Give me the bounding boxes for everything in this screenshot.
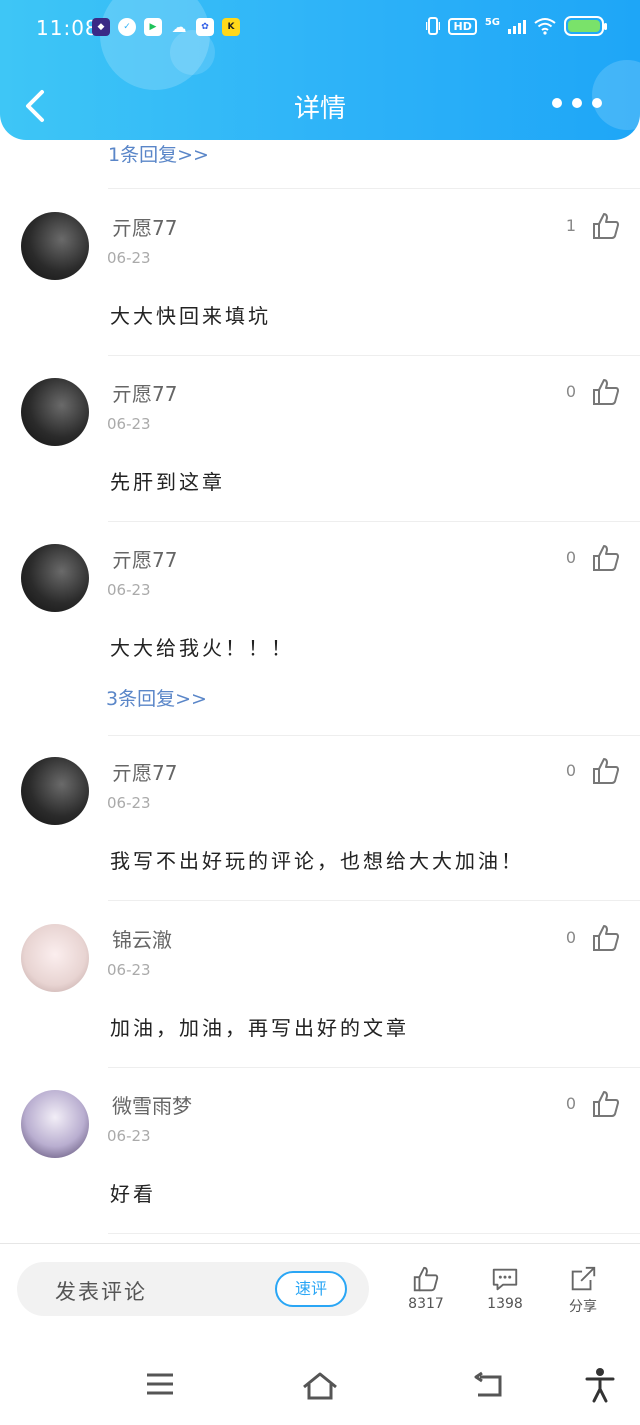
share-label: 分享 [569, 1299, 597, 1315]
thumbs-up-icon [413, 1266, 439, 1292]
comment-text: 加油，加油，再写出好的文章 [110, 1016, 409, 1040]
thumbs-up-icon[interactable] [590, 755, 622, 787]
thumbs-up-icon[interactable] [590, 210, 622, 242]
menu-icon[interactable] [145, 1371, 175, 1397]
avatar[interactable] [21, 544, 89, 612]
comment-text: 大大快回来填坑 [110, 304, 271, 328]
home-icon[interactable] [302, 1371, 338, 1401]
comment-username[interactable]: 亓愿77 [112, 378, 177, 407]
like-count: 8317 [408, 1296, 444, 1312]
comment-text: 好看 [110, 1182, 156, 1206]
comment-date: 06-23 [107, 1127, 151, 1145]
thumbs-up-icon[interactable] [590, 542, 622, 574]
avatar[interactable] [21, 757, 89, 825]
divider [108, 188, 640, 189]
page-title: 详情 [293, 94, 346, 124]
avatar[interactable] [21, 378, 89, 446]
signal-icon [508, 18, 526, 34]
divider [108, 900, 640, 901]
network-type: 5G [484, 16, 500, 28]
thumbs-up-icon[interactable] [590, 376, 622, 408]
comment-text: 先肝到这章 [110, 470, 225, 494]
battery-icon [564, 16, 607, 36]
comment-like-count: 0 [565, 928, 576, 947]
comment-date: 06-23 [107, 415, 151, 433]
baidu-icon: ✿ [196, 18, 214, 36]
header: 11:08 ◆ ✓ ▶ ☁ ✿ K HD 5G 详情 [0, 0, 640, 140]
compass-app-icon: ✓ [118, 18, 136, 36]
kuaikan-icon: K [222, 18, 240, 36]
comment-date: 06-23 [107, 581, 151, 599]
share-button[interactable]: 分享 [553, 1264, 613, 1316]
action-bar: 发表评论 速评 8317 1398 分享 [0, 1243, 640, 1333]
system-nav-bar [0, 1333, 640, 1425]
video-app-icon: ▶ [144, 18, 162, 36]
avatar[interactable] [21, 924, 89, 992]
comment-username[interactable]: 亓愿77 [112, 757, 177, 786]
status-time: 11:08 [36, 16, 99, 40]
divider [108, 521, 640, 522]
game-app-icon: ◆ [92, 18, 110, 36]
comment-like-count: 1 [565, 216, 576, 235]
divider [108, 1067, 640, 1068]
comment-placeholder: 发表评论 [55, 1280, 147, 1304]
avatar[interactable] [21, 212, 89, 280]
comment-username[interactable]: 亓愿77 [112, 544, 177, 573]
comment-input[interactable]: 发表评论 速评 [17, 1262, 369, 1316]
status-indicators: HD 5G [426, 16, 607, 36]
comment-username[interactable]: 锦云澈 [112, 924, 172, 953]
divider [108, 355, 640, 356]
wifi-icon [534, 18, 556, 35]
status-bar: 11:08 ◆ ✓ ▶ ☁ ✿ K HD 5G [0, 0, 640, 56]
comment-like-count: 0 [565, 548, 576, 567]
share-icon [571, 1266, 596, 1291]
comment-text: 大大给我火！！！ [110, 636, 294, 660]
comment-date: 06-23 [107, 249, 151, 267]
divider [108, 735, 640, 736]
vibrate-icon [426, 17, 441, 35]
quick-comment-button[interactable]: 速评 [275, 1271, 347, 1307]
comment-like-count: 0 [565, 1094, 576, 1113]
avatar[interactable] [21, 1090, 89, 1158]
comment-date: 06-23 [107, 794, 151, 812]
comment-count: 1398 [487, 1296, 523, 1312]
like-button[interactable]: 8317 [396, 1264, 456, 1312]
comment-like-count: 0 [565, 382, 576, 401]
thumbs-up-icon[interactable] [590, 1088, 622, 1120]
divider [108, 1233, 640, 1234]
more-dots-icon[interactable] [552, 98, 602, 108]
comment-username[interactable]: 微雪雨梦 [112, 1090, 192, 1119]
comment-text: 我写不出好玩的评论，也想给大大加油！ [110, 849, 524, 873]
reply-count-link[interactable]: 1条回复>> [108, 140, 209, 167]
comment-bubble-icon [492, 1268, 518, 1291]
hd-badge: HD [448, 17, 477, 35]
back-icon[interactable] [472, 1371, 504, 1399]
notification-icons: ◆ ✓ ▶ ☁ ✿ K [92, 18, 240, 36]
wechat-icon: ☁ [171, 18, 187, 36]
thumbs-up-icon[interactable] [590, 922, 622, 954]
comment-username[interactable]: 亓愿77 [112, 212, 177, 241]
reply-count-link[interactable]: 3条回复>> [106, 684, 207, 711]
accessibility-icon[interactable] [584, 1367, 616, 1403]
comment-count-button[interactable]: 1398 [475, 1264, 535, 1312]
comment-date: 06-23 [107, 961, 151, 979]
comment-like-count: 0 [565, 761, 576, 780]
